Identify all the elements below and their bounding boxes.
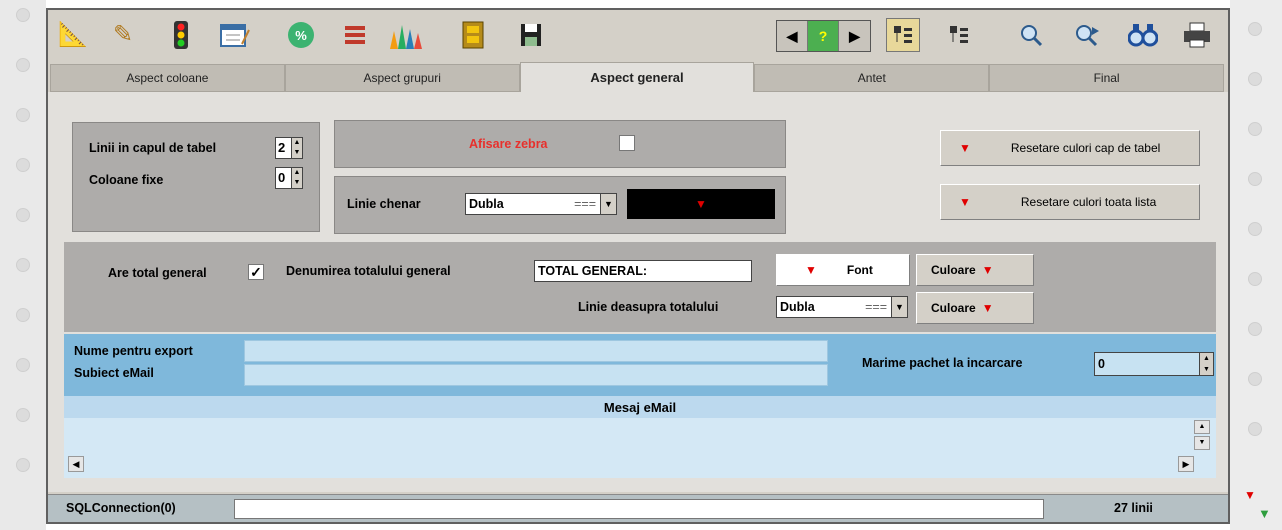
has-total-checkbox[interactable]: ✓ (248, 264, 264, 280)
chevron-down-icon[interactable]: ▼ (600, 194, 616, 214)
chevron-down-icon[interactable]: ▼ (891, 297, 907, 317)
green-triangle-icon[interactable]: ▼ (1258, 506, 1271, 521)
next-icon[interactable]: ▶ (839, 21, 870, 51)
font-button[interactable]: ▼ Font (776, 254, 910, 286)
zebra-label: Afisare zebra (469, 137, 548, 151)
total-name-label: Denumirea totalului general (286, 264, 451, 278)
tab-aspect-coloane[interactable]: Aspect coloane (50, 64, 285, 92)
report-settings-window: 📐 ✎ % ◀ ? ▶ Aspect coloane Aspect grupur… (46, 8, 1230, 524)
connection-status: SQLConnection(0) (66, 501, 176, 515)
fixed-cols-label: Coloane fixe (89, 173, 164, 187)
export-name-input[interactable] (244, 340, 828, 362)
email-subject-input[interactable] (244, 364, 828, 386)
tab-aspect-grupuri[interactable]: Aspect grupuri (284, 64, 520, 92)
email-subject-label: Subiect eMail (74, 366, 154, 380)
header-settings-group: Linii in capul de tabel 2 ▲ ▼ Coloane fix… (72, 122, 320, 232)
line-above-color-button[interactable]: Culoare ▼ (916, 292, 1034, 324)
export-email-group: Nume pentru export Subiect eMail Marime … (64, 334, 1216, 396)
border-color-button[interactable]: ▼ (627, 189, 775, 219)
lines-stepper[interactable]: 2 ▲ ▼ (275, 137, 303, 159)
email-message-header: Mesaj eMail (64, 396, 1216, 418)
packet-size-stepper[interactable]: 0 ▲ ▼ (1094, 352, 1214, 376)
aspect-general-panel: Linii in capul de tabel 2 ▲ ▼ Coloane fix… (48, 92, 1228, 492)
red-triangle-icon: ▼ (805, 263, 817, 277)
tree-collapse-icon[interactable] (942, 18, 976, 52)
traffic-light-icon[interactable] (164, 18, 198, 52)
red-triangle-icon[interactable]: ▼ (1244, 488, 1256, 502)
red-triangle-icon: ▼ (959, 195, 971, 209)
right-perforation-strip (1230, 0, 1282, 530)
zebra-group: Afisare zebra (334, 120, 786, 168)
percent-icon[interactable]: % (284, 18, 318, 52)
navigation-group: ◀ ? ▶ (776, 20, 871, 52)
edit-ruler-icon[interactable]: 📐 (56, 18, 90, 52)
tab-final[interactable]: Final (989, 64, 1224, 92)
status-bar: SQLConnection(0) 27 linii (48, 494, 1228, 522)
tree-expand-icon[interactable] (886, 18, 920, 52)
toolbar: 📐 ✎ % ◀ ? ▶ (48, 10, 1228, 62)
scroll-right-icon[interactable]: ▶ (1178, 456, 1194, 472)
save-icon[interactable] (514, 18, 548, 52)
has-total-label: Are total general (108, 266, 207, 280)
totals-group: Are total general ✓ Denumirea totalului … (64, 242, 1216, 332)
packet-size-label: Marime pachet la incarcare (862, 356, 1023, 370)
border-style-select[interactable]: Dubla === ▼ (465, 193, 617, 215)
binoculars-icon[interactable] (1126, 18, 1160, 52)
border-group: Linie chenar Dubla === ▼ ▼ (334, 176, 786, 234)
svg-text:%: % (295, 28, 307, 43)
total-color-button[interactable]: Culoare ▼ (916, 254, 1034, 286)
scroll-left-icon[interactable]: ◀ (68, 456, 84, 472)
search-next-icon[interactable] (1070, 18, 1104, 52)
status-message-field (234, 499, 1044, 519)
left-perforation-strip (0, 0, 46, 530)
scroll-down-icon[interactable]: ▼ (1194, 436, 1210, 450)
pencil-icon[interactable]: ✎ (106, 18, 140, 52)
lines-label: Linii in capul de tabel (89, 141, 217, 155)
red-triangle-icon: ▼ (981, 301, 994, 315)
scroll-up-icon[interactable]: ▲ (1194, 420, 1210, 434)
list-lines-icon[interactable] (338, 18, 372, 52)
notepad-icon[interactable] (218, 18, 252, 52)
zebra-checkbox[interactable] (619, 135, 635, 151)
export-name-label: Nume pentru export (74, 344, 193, 358)
tab-antet[interactable]: Antet (754, 64, 990, 92)
reset-header-colors-button[interactable]: ▼ Resetare culori cap de tabel (940, 130, 1200, 166)
tab-bar: Aspect coloane Aspect grupuri Aspect gen… (50, 62, 1224, 92)
line-above-label: Linie deasupra totalului (578, 300, 719, 314)
red-triangle-icon: ▼ (695, 197, 707, 211)
help-icon[interactable]: ? (808, 21, 839, 51)
printer-icon[interactable] (1180, 18, 1214, 52)
tab-aspect-general[interactable]: Aspect general (519, 62, 755, 92)
email-message-textarea[interactable]: ◀ ▲ ▼ ▶ (64, 418, 1216, 478)
reset-list-colors-button[interactable]: ▼ Resetare culori toata lista (940, 184, 1200, 220)
line-above-select[interactable]: Dubla === ▼ (776, 296, 908, 318)
red-triangle-icon: ▼ (959, 141, 971, 155)
row-count: 27 linii (1114, 501, 1153, 515)
pencils-icon[interactable] (388, 18, 422, 52)
red-triangle-icon: ▼ (981, 263, 994, 277)
border-label: Linie chenar (347, 197, 421, 211)
prev-icon[interactable]: ◀ (777, 21, 808, 51)
fixed-cols-stepper[interactable]: 0 ▲ ▼ (275, 167, 303, 189)
total-name-field[interactable]: TOTAL GENERAL: (534, 260, 752, 282)
search-icon[interactable] (1014, 18, 1048, 52)
cabinet-icon[interactable] (456, 18, 490, 52)
